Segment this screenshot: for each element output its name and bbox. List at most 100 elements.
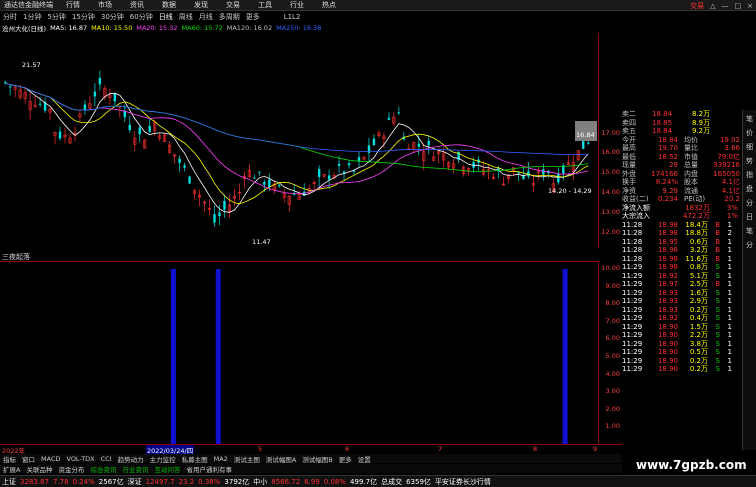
candle-body	[542, 169, 545, 175]
tab-main-monitor[interactable]: 主力监控	[147, 454, 179, 464]
tab-macd[interactable]: MACD	[38, 455, 63, 463]
last-price-label: 16.84	[576, 131, 595, 139]
sub-chart-title: 三夜起落	[2, 252, 30, 261]
menu-item-news[interactable]: 资讯	[121, 0, 153, 10]
tab-qa[interactable]: 互动问答	[151, 464, 183, 474]
tab-private-main[interactable]: 私募主图	[179, 454, 211, 464]
side-tab[interactable]: 细	[743, 142, 756, 152]
signal-tick: 8.00	[605, 299, 620, 308]
low-price-label: 11.47	[252, 238, 271, 246]
period-more[interactable]: 更多	[243, 12, 263, 22]
tick-price: 18.93	[657, 297, 678, 306]
tab-fund-dist[interactable]: 资金分布	[55, 464, 87, 474]
tick-count: 1	[727, 263, 732, 272]
tick-time: 11:28	[622, 220, 643, 229]
tab-test-a[interactable]: 测试幅图A	[263, 454, 299, 464]
side-tab[interactable]: 价	[743, 128, 756, 138]
tick-time: 11:29	[622, 356, 643, 365]
menu-item-industry[interactable]: 行业	[281, 0, 313, 10]
tab-test-b[interactable]: 测试幅图B	[299, 454, 335, 464]
tick-time: 11:29	[622, 288, 643, 297]
flow-pct: 3%	[726, 203, 738, 212]
side-tab[interactable]: 笔	[743, 114, 756, 124]
candle-body	[268, 179, 271, 187]
tab-more[interactable]: 更多	[336, 454, 355, 464]
candle-body	[407, 147, 411, 150]
tick-time: 11:29	[622, 365, 643, 374]
menu-item-quotes[interactable]: 行情	[57, 0, 89, 10]
period-15min[interactable]: 15分钟	[69, 12, 98, 22]
tick-price: 18.98	[657, 229, 678, 238]
tick-time: 11:28	[622, 237, 643, 246]
tab-window[interactable]: 窗口	[19, 454, 38, 464]
ticker-zx-value: 8566.72	[271, 477, 301, 486]
tab-indicator[interactable]: 指标	[0, 454, 19, 464]
period-monthly[interactable]: 月线	[196, 12, 216, 22]
tab-user-notice[interactable]: 省用户通利有事	[183, 464, 235, 474]
side-tab[interactable]: 指	[743, 170, 756, 180]
tab-industry-news[interactable]: 行业资讯	[119, 464, 151, 474]
close-icon[interactable]: ×	[744, 2, 756, 10]
menu-item-market[interactable]: 市场	[89, 0, 121, 10]
ticker-zx-name[interactable]: 中小	[251, 477, 269, 487]
ma5-label: MA5: 16.87	[50, 24, 88, 32]
menu-item-discover[interactable]: 发现	[185, 0, 217, 10]
ticker-sz-amount: 3792亿	[224, 477, 250, 486]
tab-vol[interactable]: VOL-TDX	[63, 455, 97, 463]
ma-legend: 沧州大化(日线) MA5: 16.87 MA10: 15.50 MA20: 15…	[0, 23, 600, 33]
candle-body	[8, 86, 12, 88]
tick-price: 18.92	[657, 271, 678, 280]
period-5min[interactable]: 5分钟	[44, 12, 68, 22]
ticker-sz-name[interactable]: 深证	[126, 477, 144, 487]
tab-cci[interactable]: CCI	[98, 455, 115, 463]
side-tab[interactable]: 分	[743, 240, 756, 250]
level-badge[interactable]: L1L2	[281, 13, 304, 21]
period-1min[interactable]: 1分钟	[20, 12, 44, 22]
tick-price: 18.90	[657, 356, 678, 365]
period-weekly[interactable]: 周线	[176, 12, 196, 22]
side-tab[interactable]: 分	[743, 198, 756, 208]
maximize-icon[interactable]: □	[732, 2, 745, 10]
menu-item-data[interactable]: 数据	[153, 0, 185, 10]
tab-news[interactable]: 综合资讯	[87, 464, 119, 474]
tab-ext-a[interactable]: 扩展A	[0, 464, 23, 474]
candle-body	[317, 169, 321, 178]
tick-count: 1	[727, 220, 732, 229]
period-multi[interactable]: 多周期	[216, 12, 243, 22]
ticker-news[interactable]: 平安证券长沙行情	[433, 477, 493, 487]
signal-chart[interactable]	[0, 261, 598, 444]
ticker-total-name[interactable]: 总成交	[379, 477, 404, 487]
tab-settings[interactable]: 设置	[355, 454, 374, 464]
tick-direction: S	[715, 365, 720, 374]
menu-item-trade[interactable]: 交易	[217, 0, 249, 10]
trade-button[interactable]: 交易	[687, 1, 707, 11]
signal-tick: 3.00	[605, 387, 620, 396]
period-30min[interactable]: 30分钟	[98, 12, 127, 22]
side-tab[interactable]: 势	[743, 156, 756, 166]
menu-bar: 通达信金融终端 行情 市场 资讯 数据 发现 交易 工具 行业 热点 交易 △ …	[0, 0, 756, 11]
flow-pct: 1%	[726, 212, 738, 221]
flow-key: 大宗流入	[622, 212, 650, 221]
tab-related[interactable]: 关联品种	[23, 464, 55, 474]
period-60min[interactable]: 60分钟	[127, 12, 156, 22]
kline-chart[interactable]: 16.84 21.57 11.47 14.20 - 14.29	[0, 33, 598, 248]
ticker-sh-name[interactable]: 上证	[0, 477, 18, 487]
period-daily[interactable]: 日线	[156, 12, 176, 22]
minimize-icon[interactable]: —	[719, 2, 732, 10]
tick-time: 11:29	[622, 314, 643, 323]
side-tab[interactable]: 笔	[743, 226, 756, 236]
price-tick: 16.00	[601, 148, 620, 157]
tab-test-main[interactable]: 测试主图	[231, 454, 263, 464]
tab-ma2[interactable]: MA2	[211, 455, 231, 463]
tick-count: 1	[727, 322, 732, 331]
restore-icon[interactable]: △	[707, 2, 718, 10]
tick-price: 18.90	[657, 365, 678, 374]
candle-body	[582, 139, 585, 149]
side-tab[interactable]: 日	[743, 212, 756, 222]
menu-item-hot[interactable]: 热点	[313, 0, 345, 10]
period-intraday[interactable]: 分时	[0, 12, 20, 22]
side-tab[interactable]: 盘	[743, 184, 756, 194]
tick-direction: S	[715, 271, 720, 280]
tab-trend[interactable]: 趋势动力	[115, 454, 147, 464]
menu-item-tools[interactable]: 工具	[249, 0, 281, 10]
